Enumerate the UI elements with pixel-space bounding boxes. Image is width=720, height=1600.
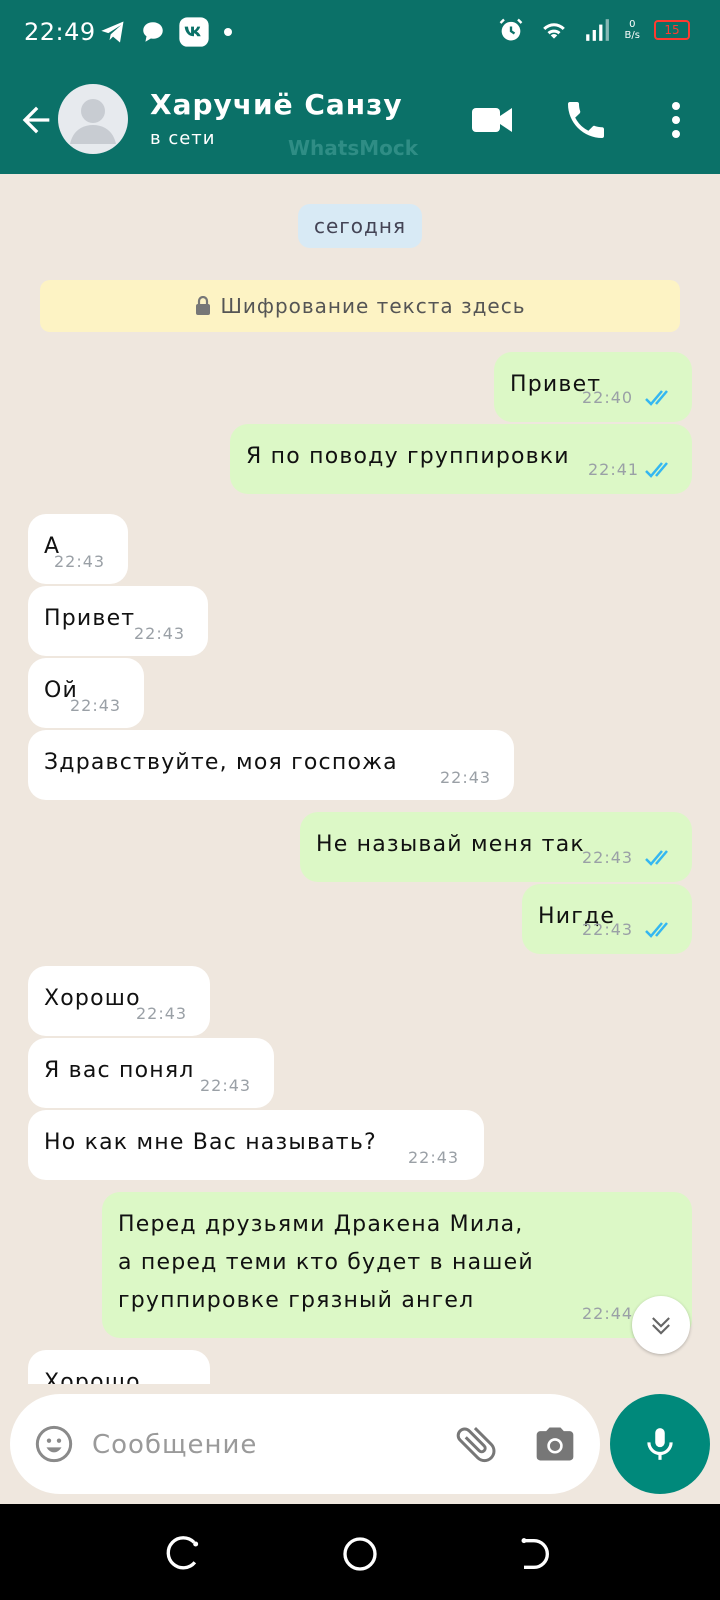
message-text: Я вас понял	[44, 1058, 195, 1083]
dot-icon	[224, 28, 232, 36]
message-time: 22:43	[582, 920, 634, 939]
back-nav-icon[interactable]	[514, 1534, 554, 1574]
more-vert-icon[interactable]	[652, 96, 700, 144]
message-incoming[interactable]: Ой 22:43	[28, 658, 144, 728]
message-time: 22:43	[136, 1004, 188, 1023]
read-receipt-icon	[645, 462, 668, 478]
status-notification-icons	[98, 16, 234, 48]
watermark: WhatsMock	[288, 136, 419, 160]
scroll-down-button[interactable]	[632, 1296, 690, 1354]
message-time: 22:43	[408, 1148, 460, 1167]
message-outgoing[interactable]: Привет 22:40	[494, 352, 692, 422]
date-separator: сегодня	[298, 204, 422, 248]
contact-status: в сети	[150, 128, 216, 149]
video-call-icon[interactable]	[468, 96, 516, 144]
message-text: Хорошо	[44, 1370, 141, 1384]
message-time: 22:44	[582, 1304, 634, 1323]
home-icon[interactable]	[340, 1534, 380, 1574]
message-incoming[interactable]: Но как мне Вас называть? 22:43	[28, 1110, 484, 1180]
message-text: Перед друзьями Дракена Мила, а перед тем…	[118, 1212, 534, 1313]
message-incoming[interactable]: Я вас понял 22:43	[28, 1038, 274, 1108]
system-nav-bar	[0, 1504, 720, 1600]
message-incoming[interactable]: Здравствуйте, моя госпожа 22:43	[28, 730, 514, 800]
composer	[10, 1394, 600, 1494]
message-outgoing[interactable]: Перед друзьями Дракена Мила, а перед тем…	[102, 1192, 692, 1338]
net-speed-unit: B/s	[624, 30, 640, 41]
vk-icon	[179, 17, 209, 47]
attach-icon[interactable]	[452, 1420, 500, 1468]
signal-icon	[585, 19, 609, 41]
back-arrow-icon[interactable]	[16, 100, 56, 140]
message-input[interactable]	[90, 1422, 434, 1468]
message-time: 22:43	[440, 768, 492, 787]
default-avatar-icon	[70, 99, 116, 144]
message-incoming[interactable]: А 22:43	[28, 514, 128, 584]
phone-call-icon[interactable]	[562, 96, 610, 144]
message-text: Я по поводу группировки	[246, 444, 570, 469]
status-bar: 22:49 0 B/s 15	[0, 0, 720, 66]
message-text: Привет	[44, 606, 136, 631]
chat-area[interactable]: сегодня Шифрование текста здесь Привет 2…	[0, 174, 720, 1384]
emoji-icon[interactable]	[34, 1424, 74, 1464]
lock-icon	[196, 296, 211, 315]
message-text: Хорошо	[44, 986, 141, 1011]
read-receipt-icon	[645, 390, 668, 406]
camera-icon[interactable]	[532, 1422, 578, 1466]
message-time: 22:40	[582, 388, 634, 407]
message-outgoing[interactable]: Нигде 22:43	[522, 884, 692, 954]
contact-name[interactable]: Харучиё Санзу	[150, 88, 403, 121]
wifi-icon	[542, 23, 565, 39]
telegram-icon	[101, 21, 124, 43]
encryption-banner[interactable]: Шифрование текста здесь	[40, 280, 680, 332]
recent-apps-icon[interactable]	[164, 1534, 204, 1574]
mic-icon	[647, 1428, 673, 1460]
message-outgoing[interactable]: Не называй меня так 22:43	[300, 812, 692, 882]
chat-bubble-icon	[143, 22, 163, 42]
read-receipt-icon	[645, 850, 668, 866]
message-time: 22:43	[70, 696, 122, 715]
scroll-down-icon	[652, 1317, 670, 1335]
chat-header: Харучиё Санзу в сети WhatsMock	[0, 66, 720, 174]
message-time: 22:43	[54, 552, 106, 571]
message-time: 22:43	[134, 624, 186, 643]
mic-button[interactable]	[610, 1394, 710, 1494]
net-speed-value: 0	[629, 19, 636, 30]
battery-level: 15	[664, 23, 680, 37]
battery-icon: 15	[654, 20, 690, 40]
message-text: Но как мне Вас называть?	[44, 1130, 377, 1155]
status-system-icons: 0 B/s 15	[497, 16, 690, 44]
message-incoming[interactable]: Хорошо	[28, 1350, 210, 1384]
status-time: 22:49	[24, 18, 96, 46]
encryption-text: Шифрование текста здесь	[220, 294, 526, 318]
message-time: 22:43	[200, 1076, 252, 1095]
message-incoming[interactable]: Хорошо 22:43	[28, 966, 210, 1036]
message-time: 22:43	[582, 848, 634, 867]
alarm-icon	[499, 18, 522, 41]
avatar[interactable]	[58, 84, 128, 154]
message-time: 22:41	[588, 460, 640, 479]
read-receipt-icon	[645, 922, 668, 938]
message-text: Не называй меня так	[316, 832, 585, 857]
message-incoming[interactable]: Привет 22:43	[28, 586, 208, 656]
message-text: Здравствуйте, моя госпожа	[44, 750, 398, 775]
net-speed: 0 B/s	[625, 19, 640, 41]
message-outgoing[interactable]: Я по поводу группировки 22:41	[230, 424, 692, 494]
